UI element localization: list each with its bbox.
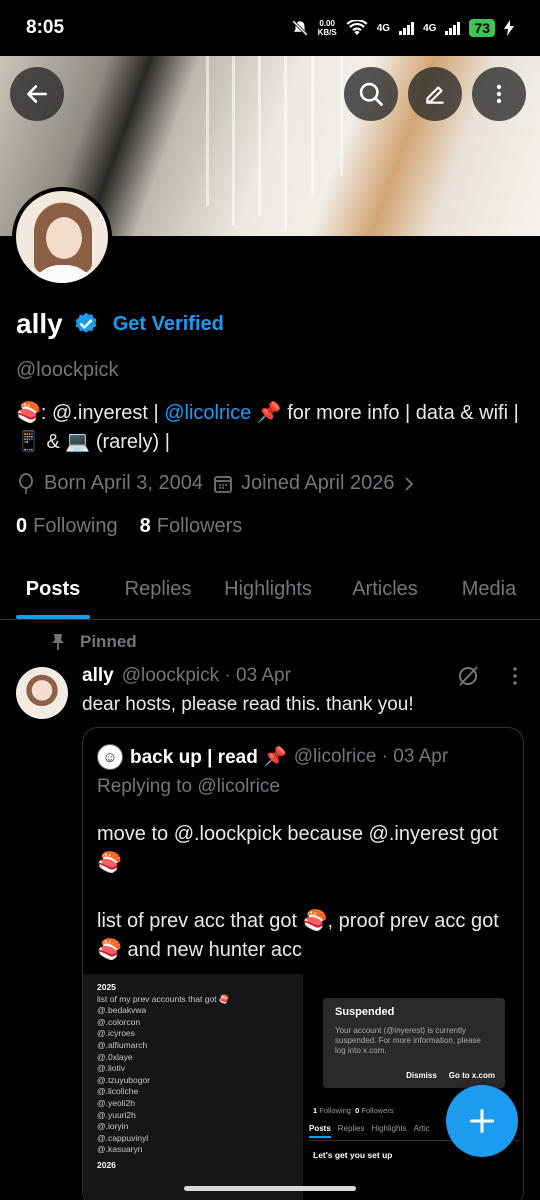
tab-replies[interactable]: Replies [121, 560, 195, 619]
more-vertical-icon [496, 84, 502, 104]
balloon-icon [19, 472, 33, 494]
post-author-avatar[interactable] [16, 667, 68, 719]
search-button[interactable] [344, 67, 398, 121]
joined-date: Joined April 2026 [241, 472, 395, 494]
tab-highlights[interactable]: Highlights [216, 560, 320, 619]
status-time: 8:05 [26, 17, 65, 38]
bio-mention-link[interactable]: @licolrice [164, 402, 251, 424]
quoted-author-meta: @licolrice · 03 Apr [293, 746, 449, 767]
profile-meta: Born April 3, 2004 Joined April 2026 [16, 472, 416, 495]
chevron-right-icon [405, 476, 414, 491]
pinned-label: Pinned [80, 632, 137, 651]
get-verified-link[interactable]: Get Verified [113, 313, 224, 336]
post-author-name[interactable]: ally [82, 665, 114, 687]
more-options-button[interactable] [472, 67, 526, 121]
profile-name: ally [16, 308, 63, 339]
followers-link[interactable]: 8 Followers [140, 515, 243, 538]
compose-button[interactable] [446, 1085, 518, 1157]
charging-icon [504, 20, 514, 36]
verified-badge-icon [75, 312, 97, 333]
status-bar: 8:05 0.00 KB/S 4G 4G 73 [0, 0, 540, 56]
suspended-dialog: Suspended Your account (@inyerest) is cu… [323, 998, 505, 1088]
post-header: ally @loockpick · 03 Apr [82, 665, 291, 687]
quoted-author-name: back up | read 📌 [130, 747, 287, 768]
battery-level: 73 [469, 19, 495, 37]
status-icons: 0.00 KB/S 4G 4G 73 [291, 19, 514, 37]
profile-tabs: Posts Replies Highlights Articles Media [0, 560, 540, 620]
birthday-item: Born April 3, 2004 [16, 472, 203, 495]
signal-icon [399, 21, 415, 35]
gesture-bar[interactable] [184, 1186, 356, 1191]
profile-handle: @loockpick [16, 359, 119, 381]
quoted-avatar: ☺ [97, 744, 123, 770]
post-author-meta: @loockpick · 03 Apr [121, 665, 291, 686]
pin-icon [52, 634, 64, 650]
calendar-icon [214, 475, 232, 493]
grok-icon[interactable] [456, 664, 480, 688]
search-icon [359, 82, 383, 106]
edit-profile-button[interactable] [408, 67, 462, 121]
profile-bio: 🍣: @.inyerest | @licolrice 📌 for more in… [16, 402, 519, 453]
mute-bell-icon [291, 20, 308, 36]
pinned-indicator: Pinned [50, 632, 137, 652]
quoted-media[interactable]: 2025 list of my prev accounts that got 🍣… [83, 974, 523, 1200]
tab-media[interactable]: Media [456, 560, 522, 619]
network-type-1: 4G [376, 22, 391, 34]
quoted-header: ☺ back up | read 📌 @licolrice · 03 Apr [97, 744, 448, 770]
plus-icon [469, 1108, 495, 1134]
born-date: Born April 3, 2004 [44, 472, 203, 494]
profile-avatar[interactable] [12, 187, 112, 287]
following-link[interactable]: 0 Following [16, 515, 118, 538]
tab-articles[interactable]: Articles [344, 560, 426, 619]
more-vertical-icon[interactable] [506, 665, 524, 687]
signal-icon-2 [445, 21, 461, 35]
back-button[interactable] [10, 67, 64, 121]
quoted-replying-to: Replying to @licolrice [97, 776, 280, 797]
post-text: dear hosts, please read this. thank you! [82, 694, 414, 715]
tab-posts[interactable]: Posts [16, 560, 90, 619]
arrow-left-icon [27, 85, 47, 103]
pencil-icon [426, 86, 444, 104]
accounts-list-image: 2025 list of my prev accounts that got 🍣… [83, 974, 303, 1200]
network-type-2: 4G [423, 22, 437, 34]
profile-name-row: ally Get Verified [16, 308, 224, 340]
quoted-body: move to @.loockpick because @.inyerest g… [97, 823, 499, 961]
post-actions [456, 664, 524, 688]
follow-counts: 0 Following 8 Followers [16, 515, 242, 538]
wifi-icon [346, 20, 368, 36]
joined-item[interactable]: Joined April 2026 [213, 472, 416, 495]
net-speed: 0.00 KB/S [317, 19, 337, 37]
